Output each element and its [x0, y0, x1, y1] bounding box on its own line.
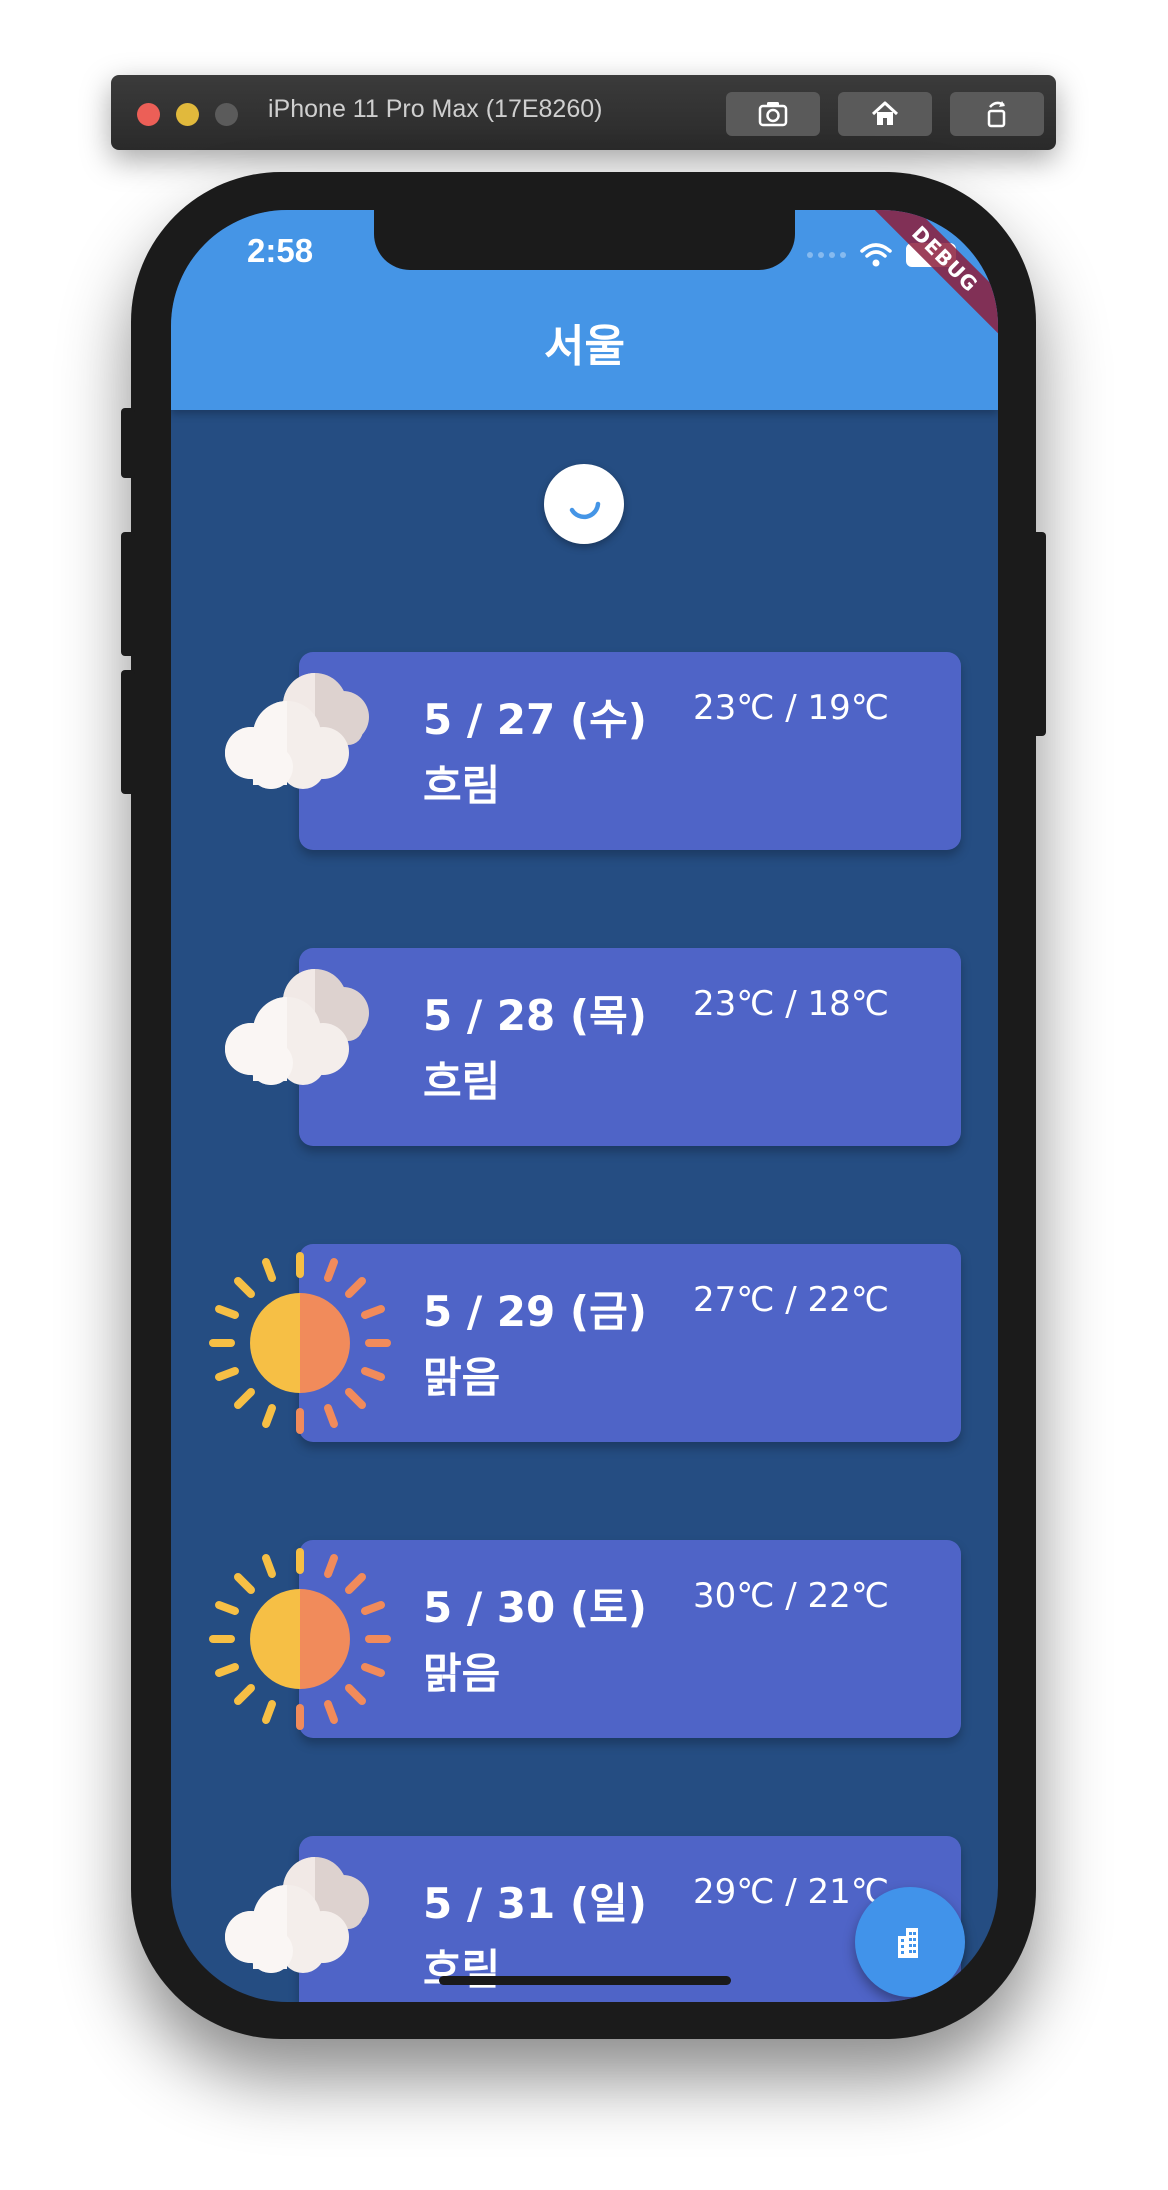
forecast-temperature: 30℃ / 22℃ — [693, 1576, 889, 1616]
forecast-temperature: 23℃ / 19℃ — [693, 688, 889, 728]
refresh-indicator — [544, 464, 624, 544]
minimize-window-button[interactable] — [176, 103, 199, 126]
volume-down-button — [121, 670, 135, 794]
sun-icon — [209, 1252, 391, 1434]
forecast-condition: 맑음 — [423, 1649, 501, 1698]
zoom-window-button[interactable] — [215, 103, 238, 126]
home-button[interactable] — [838, 92, 932, 136]
forecast-temperature: 27℃ / 22℃ — [693, 1280, 889, 1320]
rotate-icon — [987, 101, 1006, 128]
volume-up-button — [121, 532, 135, 656]
simulator-title: iPhone 11 Pro Max (17E8260) — [268, 95, 603, 123]
simulator-toolbar: iPhone 11 Pro Max (17E8260) — [111, 75, 1056, 150]
forecast-card[interactable]: 5 / 30 (토) 맑음 30℃ / 22℃ — [299, 1540, 961, 1738]
forecast-condition: 흐림 — [423, 761, 501, 810]
close-window-button[interactable] — [137, 103, 160, 126]
forecast-date: 5 / 30 (토) — [423, 1583, 647, 1632]
city-icon — [898, 1928, 918, 1958]
wifi-icon — [860, 243, 892, 267]
forecast-condition: 흐림 — [423, 1057, 501, 1106]
mute-switch — [121, 408, 135, 478]
forecast-date: 5 / 29 (금) — [423, 1287, 647, 1336]
forecast-condition: 맑음 — [423, 1353, 501, 1402]
forecast-condition: 흐림 — [423, 1945, 501, 1994]
signal-icon — [807, 252, 846, 258]
cloud-icon — [225, 968, 369, 1085]
forecast-date: 5 / 27 (수) — [423, 695, 647, 744]
cloud-icon — [225, 672, 369, 789]
forecast-date: 5 / 28 (목) — [423, 991, 647, 1040]
forecast-card[interactable]: 5 / 27 (수) 흐림 23℃ / 19℃ — [299, 652, 961, 850]
forecast-card[interactable]: 5 / 28 (목) 흐림 23℃ / 18℃ — [299, 948, 961, 1146]
forecast-card[interactable]: 5 / 29 (금) 맑음 27℃ / 22℃ — [299, 1244, 961, 1442]
screenshot-button[interactable] — [726, 92, 820, 136]
sun-icon — [209, 1548, 391, 1730]
camera-icon — [758, 102, 788, 127]
forecast-date: 5 / 31 (일) — [423, 1879, 647, 1928]
loading-spinner-icon — [569, 501, 601, 520]
city-select-fab[interactable] — [855, 1887, 965, 1997]
phone-screen: 5 / 27 (수) 흐림 23℃ / 19℃ 5 / 28 (목) 흐림 23… — [171, 210, 998, 2002]
notch — [374, 210, 795, 270]
cloud-icon — [225, 1857, 369, 1973]
page-title: 서울 — [544, 321, 625, 372]
forecast-temperature: 29℃ / 21℃ — [693, 1872, 889, 1912]
forecast-temperature: 23℃ / 18℃ — [693, 984, 889, 1024]
home-icon — [871, 101, 899, 125]
home-indicator[interactable] — [439, 1976, 731, 1985]
rotate-button[interactable] — [950, 92, 1044, 136]
power-button — [1032, 532, 1046, 736]
phone-frame: 5 / 27 (수) 흐림 23℃ / 19℃ 5 / 28 (목) 흐림 23… — [121, 172, 1046, 2039]
status-time: 2:58 — [247, 232, 314, 269]
